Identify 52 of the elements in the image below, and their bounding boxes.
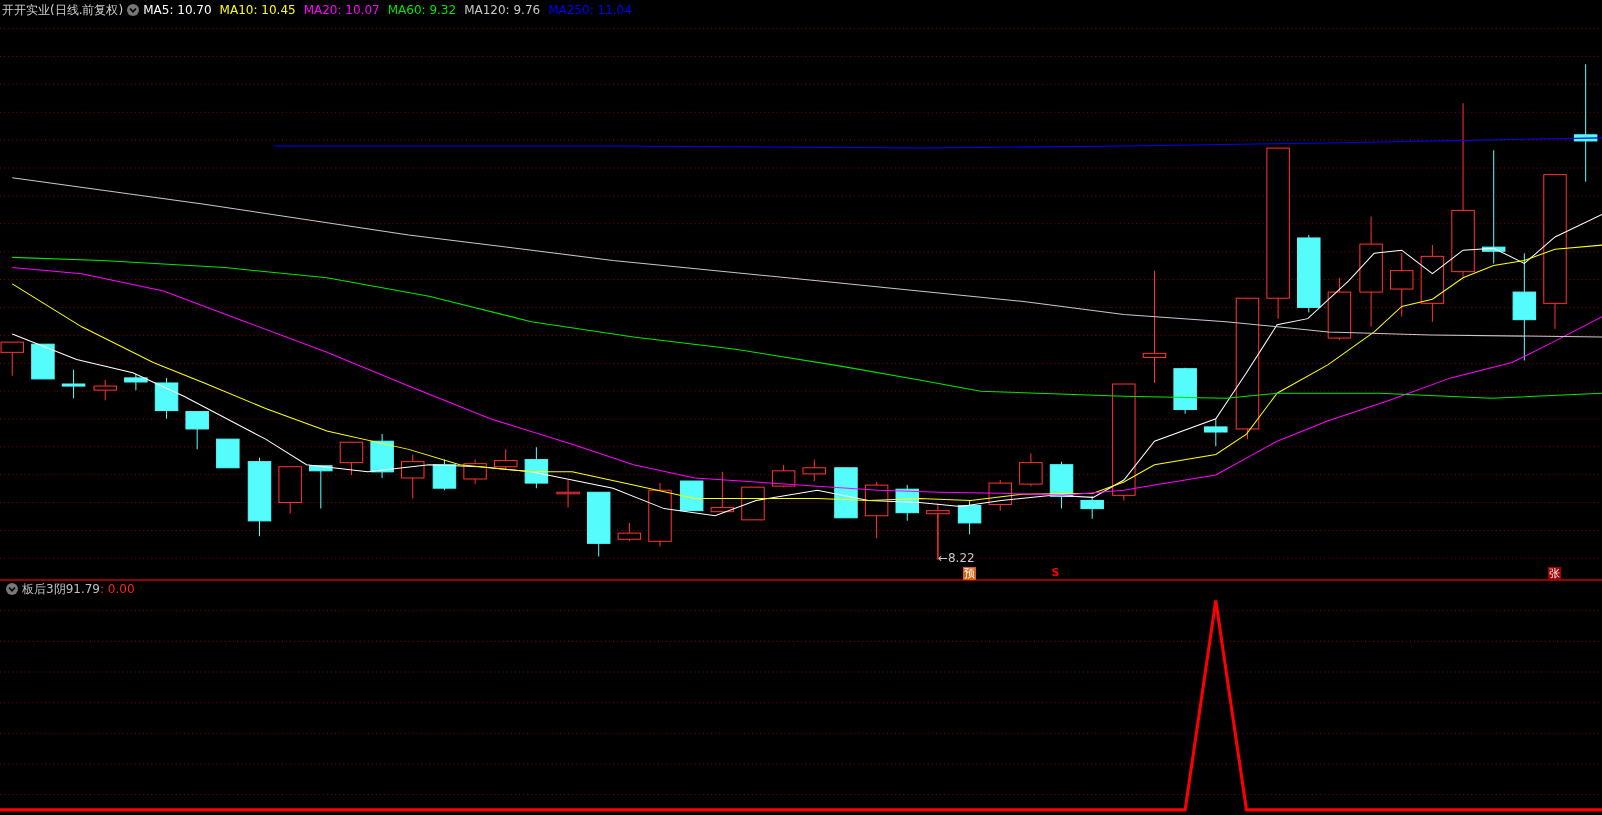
candlestick: [401, 453, 425, 499]
candlestick: [834, 467, 858, 519]
candlestick: [216, 438, 240, 469]
candlestick: [432, 459, 457, 491]
signal-badge: 张: [1548, 567, 1561, 580]
candlestick: [154, 377, 179, 420]
low-price-label: ←8.22: [937, 552, 975, 564]
dropdown-icon[interactable]: [127, 4, 140, 16]
indicator-title: 板后3阴91.79: [22, 581, 100, 598]
candlestick: [1049, 461, 1074, 510]
candlestick: [1080, 495, 1104, 520]
candlestick: [1173, 367, 1197, 415]
moving-average-value: MA20: 10.07: [303, 2, 380, 19]
candlestick: [988, 479, 1012, 512]
candlestick: [1019, 452, 1043, 487]
candlestick: [710, 471, 735, 514]
candlestick: [370, 433, 394, 479]
candlestick: [93, 379, 117, 401]
moving-average-value: MA5: 10.70: [143, 2, 212, 19]
candlestick: [31, 343, 55, 380]
signal-label: S: [1051, 567, 1060, 578]
moving-average-value: MA120: 9.76: [464, 2, 541, 19]
candlestick: [309, 465, 333, 510]
candlestick: [617, 522, 642, 542]
candlestick: [556, 479, 580, 509]
candlestick: [648, 482, 672, 547]
candlestick: [61, 369, 86, 399]
chart-title: 开开实业(日线.前复权): [2, 2, 124, 19]
candlestick: [463, 459, 487, 485]
indicator-value: : 0.00: [100, 581, 135, 598]
candlestick: [339, 441, 364, 476]
dropdown-icon[interactable]: [6, 583, 18, 595]
candlestick: [741, 486, 765, 521]
moving-average-value: MA60: 9.32: [387, 2, 457, 19]
candlestick: [771, 464, 796, 488]
candlestick: [1327, 277, 1352, 341]
candlestick: [1390, 252, 1414, 318]
moving-average-value: MA10: 10.45: [219, 2, 296, 19]
moving-average-value: MA250: 11.04: [548, 2, 632, 19]
candlestick: [124, 373, 148, 391]
candlestick: [494, 448, 518, 471]
candlestick: [524, 446, 549, 489]
candlestick: [957, 499, 982, 535]
signal-badge: 预: [962, 567, 976, 580]
candlestick: [802, 459, 827, 482]
candlestick: [895, 484, 919, 522]
candlestick: [185, 411, 209, 450]
candlestick: [586, 491, 611, 558]
candlestick: [1204, 418, 1228, 447]
candlestick: [679, 480, 704, 512]
candlestick: [278, 466, 302, 515]
candlestick: [864, 481, 889, 539]
